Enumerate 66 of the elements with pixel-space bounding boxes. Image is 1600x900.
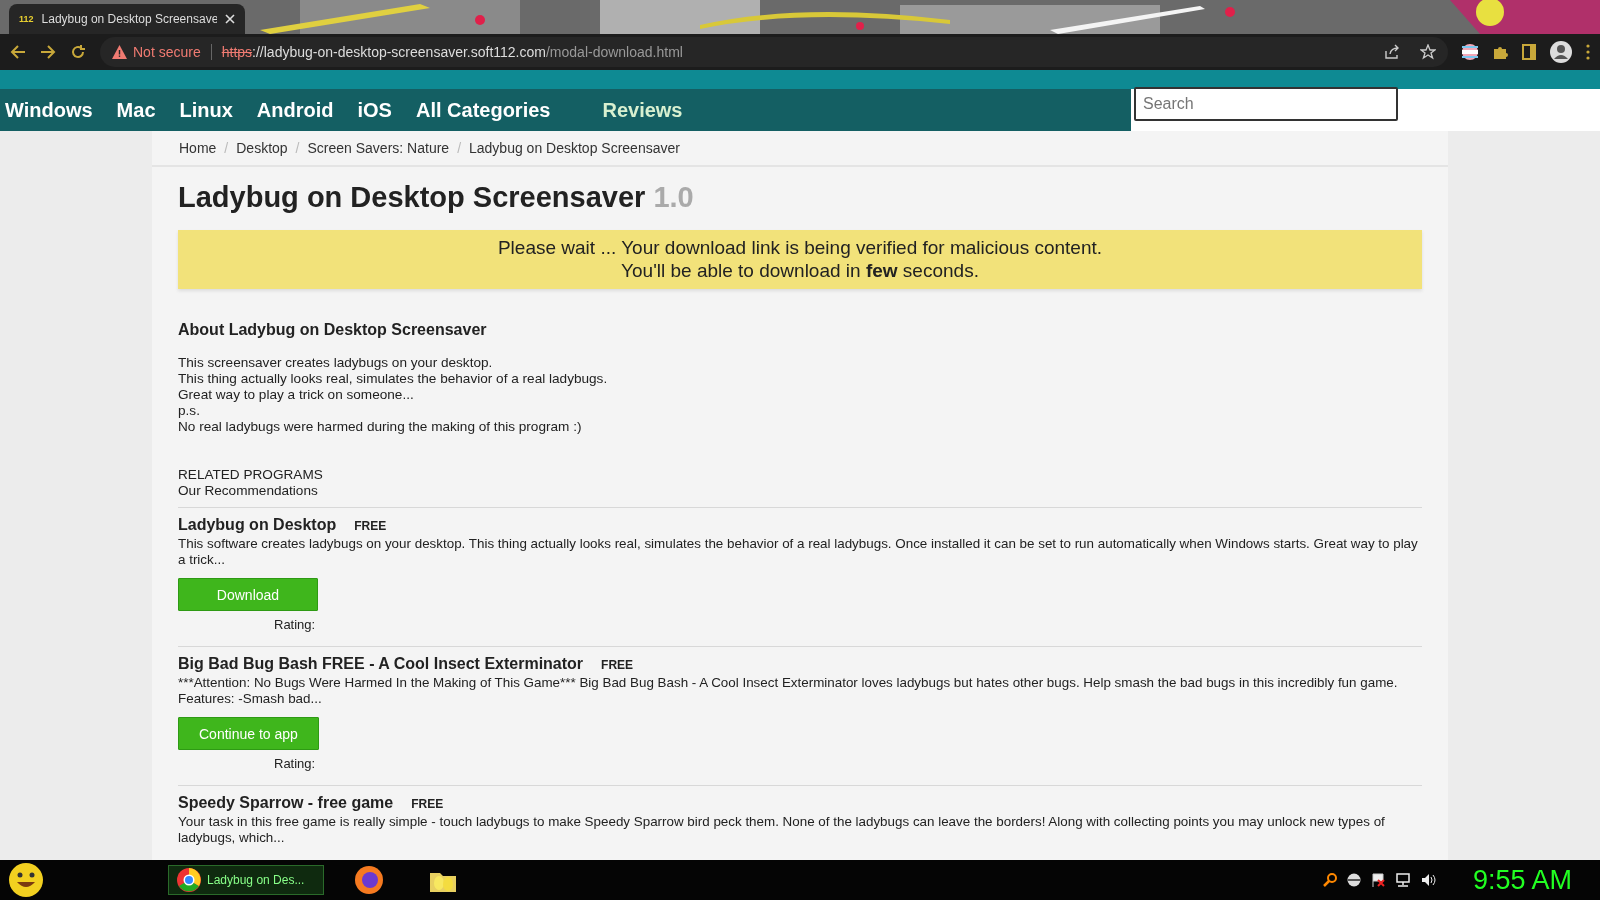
network-icon[interactable] [1394,873,1411,887]
address-bar[interactable]: Not secure https://ladybug-on-desktop-screensaver.soft112.com/modal-download.html [100,37,1448,67]
price-label: FREE [354,519,387,533]
nav-link[interactable]: Linux [174,98,245,122]
program-description: This software creates ladybugs on your desktop. This thing actually looks real, simulates the behavior of a real ladybugs. Once installed it can be set to run automatically when Windows starts. Great way to play a trick... [178,536,1419,568]
nav-link[interactable]: Windows [0,98,105,122]
notice-text: You'll be able to download in few seconds. [620,259,980,282]
close-icon[interactable] [225,14,235,24]
tab-title[interactable]: Ladybug on Desktop Screensave [41,12,217,26]
url-text: https://ladybug-on-desktop-screensaver.soft112.com/modal-download.html [221,44,683,60]
firefox-icon[interactable] [354,865,384,895]
nav-link[interactable]: Reviews [597,98,695,122]
taskbar-label: Ladybug on Des... [207,873,305,887]
price-label: FREE [601,658,634,672]
program-title[interactable]: Speedy Sparrow - free game [178,794,394,812]
star-icon[interactable] [1420,44,1436,60]
breadcrumb-link[interactable]: Ladybug on Desktop Screensaver [469,140,680,156]
notice-text: Please wait ... Your download link is being verified for malicious content. [496,236,1104,259]
description-line: p.s. [178,403,201,419]
puzzle-icon[interactable] [1492,44,1508,60]
rating-label: Rating: [274,756,317,771]
menu-icon[interactable] [1586,44,1590,60]
clock: 9:55 AM [1472,864,1572,896]
breadcrumb-separator: / [457,140,461,156]
share-icon[interactable] [1384,44,1400,60]
breadcrumb-link[interactable]: Desktop [236,140,288,156]
program-description: ***Attention: No Bugs Were Harmed In the Making of This Game*** Big Bad Bug Bash - A Cool Insect Exterminator loves ladybugs but hates other bugs. Help smash the bad bugs in this incredibly fun game. Features: -Smash bad... [178,675,1399,707]
reload-icon[interactable] [70,44,86,60]
page-title: Ladybug on Desktop Screensaver [178,181,646,213]
program-title[interactable]: Ladybug on Desktop [178,516,337,534]
nav-link[interactable]: Mac [111,98,168,122]
breadcrumb-link[interactable]: Screen Savers: Nature [307,140,450,156]
section-heading: RELATED PROGRAMS [178,467,324,483]
flag-icon[interactable] [1370,873,1385,887]
breadcrumb-separator: / [295,140,300,156]
description-line: Great way to play a trick on someone... [178,387,415,403]
back-icon[interactable] [10,44,26,60]
rating-label: Rating: [274,617,317,632]
price-label: FREE [411,797,444,811]
extension-icon[interactable] [1462,44,1478,60]
description-line: No real ladybugs were harmed during the making of this program :) [178,419,583,435]
breadcrumb-link[interactable]: Home [179,140,217,156]
warning-icon [112,45,127,59]
nav-link[interactable]: Android [251,98,346,122]
search-field[interactable]: Search [1134,87,1398,121]
nav-link[interactable]: All Categories [410,98,563,122]
forward-icon[interactable] [40,44,56,60]
taskbar-button[interactable]: Ladybug on Des... [168,865,324,895]
profile-icon[interactable] [1550,41,1572,63]
section-heading: About Ladybug on Desktop Screensaver [178,321,488,339]
program-description: Your task in this free game is really simple - touch ladybugs to make Speedy Sparrow bird peck them. None of the ladybugs can leave the borders! Along with collecting points you may unlock new types of ladybugs, which... [178,814,1386,846]
search-icon[interactable] [1322,873,1337,887]
section-subheading: Our Recommendations [178,483,319,499]
security-label: Not secure [133,44,201,60]
description-line: This screensaver creates ladybugs on your desktop. [178,355,494,371]
description-line: This thing actually looks real, simulates the behavior of a real ladybugs. [178,371,609,387]
volume-icon[interactable] [1420,873,1437,887]
site-favicon: 112 [19,14,34,24]
globe-icon[interactable] [1346,873,1361,887]
smiley-icon[interactable] [8,862,44,898]
nav-link[interactable]: iOS [352,98,404,122]
version-label: 1.0 [653,181,694,213]
program-title[interactable]: Big Bad Bug Bash FREE - A Cool Insect Exterminator [178,655,584,673]
side-panel-icon[interactable] [1522,44,1536,60]
browser-icon [177,868,201,892]
breadcrumb-separator: / [224,140,229,156]
